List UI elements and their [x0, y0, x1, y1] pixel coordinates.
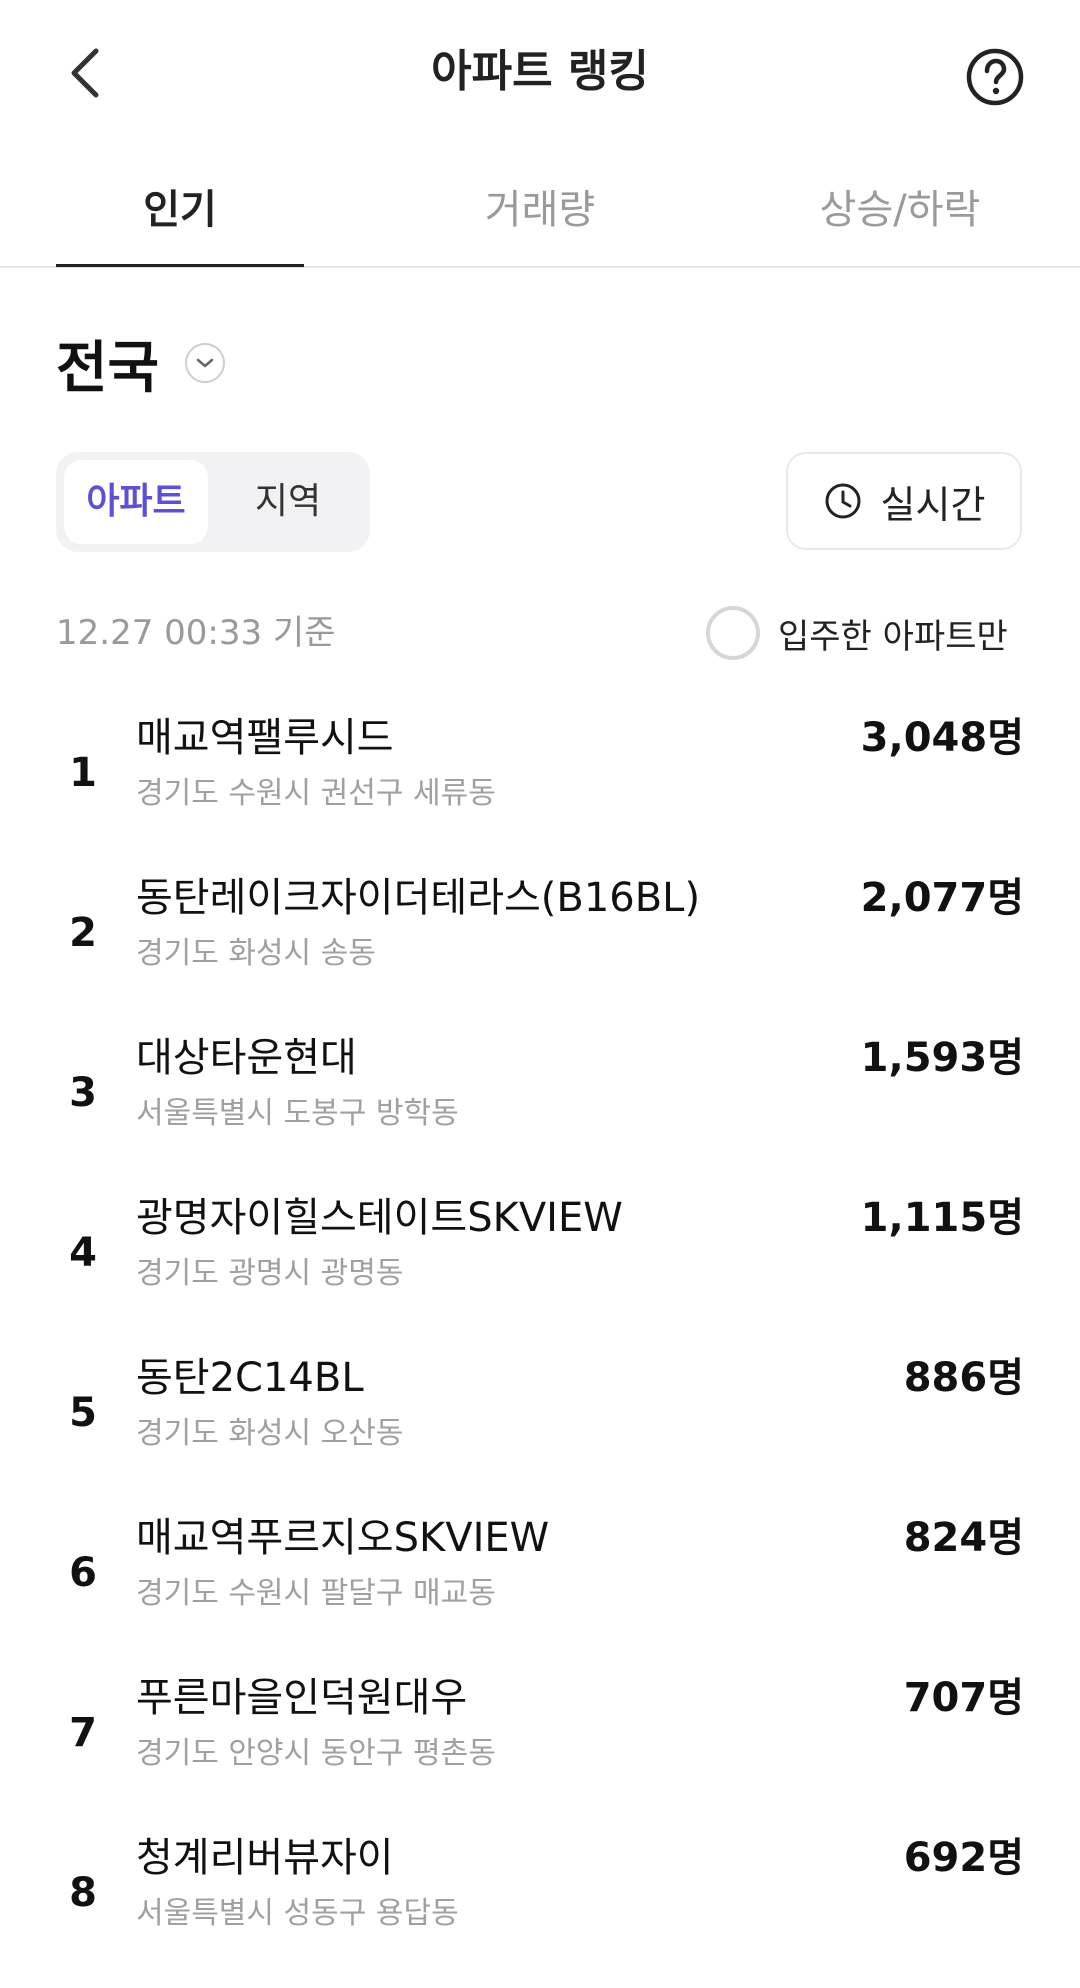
question-circle-icon — [966, 48, 1024, 106]
ranking-tabs: 인기 거래량 상승/하락 — [0, 150, 1080, 268]
visitor-count: 2,077명 — [860, 875, 1024, 921]
page-title: 아파트 랭킹 — [431, 46, 649, 97]
rank-number: 7 — [69, 1710, 97, 1756]
apartment-name: 푸른마을인덕원대우 — [136, 1675, 468, 1721]
help-button[interactable] — [964, 46, 1026, 108]
realtime-label: 실시간 — [880, 482, 986, 527]
list-item[interactable]: 3 대상타운현대 서울특별시 도봉구 방학동 1,593명 — [0, 1028, 1080, 1188]
apartment-address: 서울특별시 도봉구 방학동 — [136, 1096, 459, 1131]
radio-button[interactable] — [706, 606, 760, 660]
visitor-count: 824명 — [903, 1515, 1024, 1561]
apartment-name: 광명자이힐스테이트SKVIEW — [136, 1195, 623, 1241]
visitor-count: 707명 — [903, 1675, 1024, 1721]
rank-number: 1 — [69, 750, 97, 796]
region-dropdown-button[interactable] — [185, 343, 226, 383]
realtime-button[interactable]: 실시간 — [786, 452, 1022, 550]
visitor-count: 3,048명 — [860, 715, 1024, 761]
list-item[interactable]: 6 매교역푸르지오SKVIEW 경기도 수원시 팔달구 매교동 824명 — [0, 1508, 1080, 1668]
rank-number: 5 — [69, 1390, 97, 1436]
ranking-list: 1 매교역팰루시드 경기도 수원시 권선구 세류동 3,048명 2 동탄레이크… — [0, 708, 1080, 1988]
visitor-count: 692명 — [903, 1835, 1024, 1881]
apartment-address: 경기도 화성시 오산동 — [136, 1416, 404, 1451]
moved-in-filter[interactable]: 입주한 아파트만 — [706, 604, 1024, 662]
apartment-address: 경기도 광명시 광명동 — [136, 1256, 404, 1291]
timestamp: 12.27 00:33 기준 — [56, 613, 336, 653]
apartment-name: 청계리버뷰자이 — [136, 1835, 394, 1881]
visitor-count: 1,115명 — [860, 1195, 1024, 1241]
list-item[interactable]: 5 동탄2C14BL 경기도 화성시 오산동 886명 — [0, 1348, 1080, 1508]
rank-number: 4 — [69, 1230, 97, 1276]
chevron-down-icon — [196, 358, 214, 368]
apartment-name: 동탄2C14BL — [136, 1355, 364, 1401]
segment-apartment[interactable]: 아파트 — [64, 460, 208, 544]
clock-icon — [825, 483, 861, 519]
apartment-name: 매교역팰루시드 — [136, 715, 394, 761]
region-title: 전국 — [56, 335, 160, 401]
rank-number: 8 — [69, 1870, 97, 1916]
rank-number: 2 — [69, 910, 97, 956]
rank-number: 3 — [69, 1070, 97, 1116]
apartment-name: 대상타운현대 — [136, 1035, 357, 1081]
apartment-address: 서울특별시 성동구 용답동 — [136, 1896, 459, 1931]
list-item[interactable]: 8 청계리버뷰자이 서울특별시 성동구 용답동 692명 — [0, 1828, 1080, 1988]
visitor-count: 1,593명 — [860, 1035, 1024, 1081]
active-tab-indicator — [56, 264, 304, 267]
type-segmented-control: 아파트 지역 — [56, 452, 370, 552]
tab-popular[interactable]: 인기 — [56, 178, 304, 242]
region-selector[interactable]: 전국 — [56, 320, 226, 406]
list-item[interactable]: 7 푸른마을인덕원대우 경기도 안양시 동안구 평촌동 707명 — [0, 1668, 1080, 1828]
segment-region[interactable]: 지역 — [214, 460, 362, 544]
apartment-address: 경기도 수원시 팔달구 매교동 — [136, 1576, 496, 1611]
list-item[interactable]: 2 동탄레이크자이더테라스(B16BL) 경기도 화성시 송동 2,077명 — [0, 868, 1080, 1028]
header: 아파트 랭킹 — [0, 0, 1080, 150]
rank-number: 6 — [69, 1550, 97, 1596]
apartment-address: 경기도 화성시 송동 — [136, 936, 376, 971]
tab-volume[interactable]: 거래량 — [412, 178, 668, 242]
list-item[interactable]: 1 매교역팰루시드 경기도 수원시 권선구 세류동 3,048명 — [0, 708, 1080, 868]
list-item[interactable]: 4 광명자이힐스테이트SKVIEW 경기도 광명시 광명동 1,115명 — [0, 1188, 1080, 1348]
visitor-count: 886명 — [903, 1355, 1024, 1401]
apartment-name: 동탄레이크자이더테라스(B16BL) — [136, 875, 701, 921]
apartment-name: 매교역푸르지오SKVIEW — [136, 1515, 550, 1561]
apartment-address: 경기도 수원시 권선구 세류동 — [136, 776, 496, 811]
tab-rise-fall[interactable]: 상승/하락 — [776, 178, 1024, 242]
filter-label: 입주한 아파트만 — [778, 616, 1008, 657]
apartment-address: 경기도 안양시 동안구 평촌동 — [136, 1736, 496, 1771]
